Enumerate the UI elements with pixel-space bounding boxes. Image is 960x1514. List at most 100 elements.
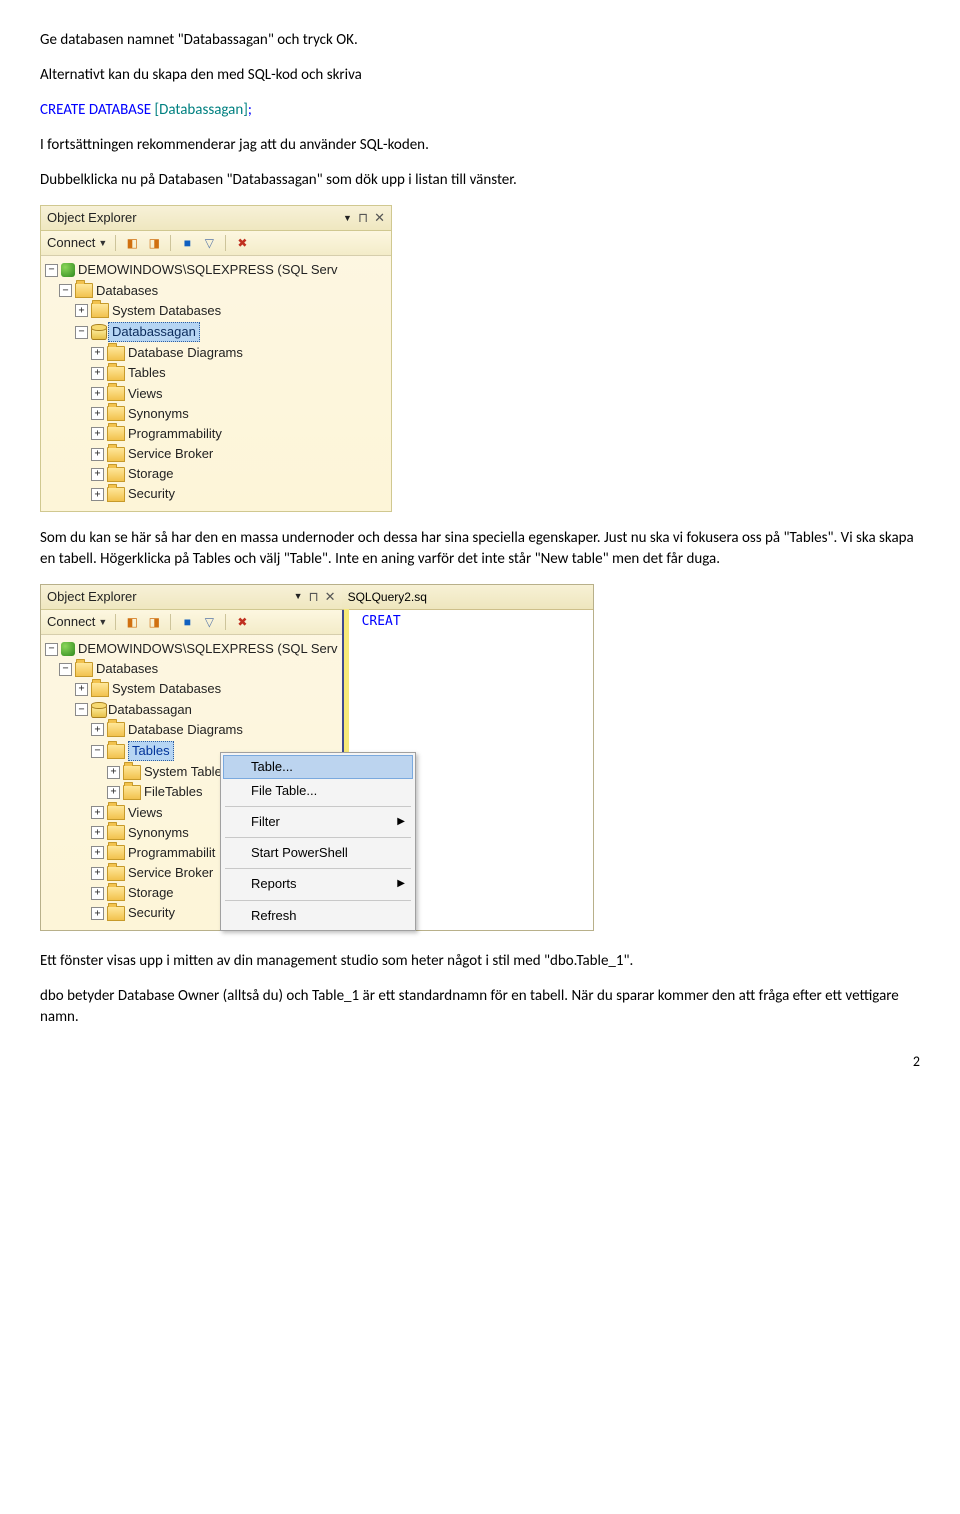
folder-icon: [107, 386, 125, 401]
connect-button[interactable]: Connect: [47, 613, 95, 631]
tree-server-node[interactable]: − DEMOWINDOWS\SQLEXPRESS (SQL Serv: [41, 639, 342, 659]
sql-terminator: ;: [248, 101, 252, 119]
collapse-icon[interactable]: −: [59, 663, 72, 676]
tree-view: − DEMOWINDOWS\SQLEXPRESS (SQL Serv − Dat…: [41, 256, 391, 510]
tree-views-node[interactable]: + Views: [41, 384, 391, 404]
toolbar-delete-icon[interactable]: ✖: [234, 614, 250, 630]
collapse-icon[interactable]: −: [45, 643, 58, 656]
databassagan-label-selected: Databassagan: [108, 322, 200, 342]
expand-icon[interactable]: +: [91, 846, 104, 859]
close-icon[interactable]: ✕: [325, 588, 336, 606]
server-icon: [61, 263, 75, 277]
toolbar-stop-icon[interactable]: ■: [179, 614, 195, 630]
connect-button[interactable]: Connect: [47, 234, 95, 252]
tree-system-databases-node[interactable]: + System Databases: [41, 301, 391, 321]
tree-security-node[interactable]: + Security: [41, 484, 391, 504]
databases-label: Databases: [96, 282, 158, 300]
close-icon[interactable]: ✕: [374, 209, 385, 227]
expand-icon[interactable]: +: [91, 427, 104, 440]
expand-icon[interactable]: +: [75, 304, 88, 317]
editor-tab[interactable]: SQLQuery2.sq: [342, 585, 593, 610]
tree-database-diagrams-node[interactable]: + Database Diagrams: [41, 720, 342, 740]
context-menu-divider: [225, 900, 411, 901]
tree-storage-node[interactable]: + Storage: [41, 464, 391, 484]
tree-databassagan-node[interactable]: − Databassagan: [41, 321, 391, 343]
folder-icon: [123, 765, 141, 780]
collapse-icon[interactable]: −: [75, 326, 88, 339]
expand-icon[interactable]: +: [91, 367, 104, 380]
programmability-label: Programmabilit: [128, 844, 215, 862]
expand-icon[interactable]: +: [91, 887, 104, 900]
service-broker-label: Service Broker: [128, 864, 213, 882]
expand-icon[interactable]: +: [91, 723, 104, 736]
toolbar-stop-icon[interactable]: ■: [179, 235, 195, 251]
toolbar-filter-icon[interactable]: ▽: [201, 614, 217, 630]
context-menu-item-filter[interactable]: Filter ▶: [223, 810, 413, 834]
context-menu-item-refresh[interactable]: Refresh: [223, 904, 413, 928]
toolbar-icon-2[interactable]: ◨: [146, 614, 162, 630]
folder-icon: [107, 744, 125, 759]
expand-icon[interactable]: +: [91, 448, 104, 461]
tree-service-broker-node[interactable]: + Service Broker: [41, 444, 391, 464]
context-menu-item-reports[interactable]: Reports ▶: [223, 872, 413, 896]
object-explorer-title: Object Explorer: [47, 209, 137, 227]
expand-icon[interactable]: +: [91, 407, 104, 420]
filter-label: Filter: [251, 814, 280, 829]
collapse-icon[interactable]: −: [75, 703, 88, 716]
collapse-icon[interactable]: −: [59, 284, 72, 297]
dropdown-icon[interactable]: ▼: [294, 590, 303, 603]
toolbar-delete-icon[interactable]: ✖: [234, 235, 250, 251]
pin-icon[interactable]: ⊓: [309, 588, 319, 606]
views-label: Views: [128, 804, 162, 822]
folder-icon: [107, 447, 125, 462]
expand-icon[interactable]: +: [91, 806, 104, 819]
expand-icon[interactable]: +: [107, 786, 120, 799]
paragraph-5: Som du kan se här så har den en massa un…: [40, 528, 920, 570]
collapse-icon[interactable]: −: [91, 745, 104, 758]
expand-icon[interactable]: +: [107, 766, 120, 779]
collapse-icon[interactable]: −: [45, 264, 58, 277]
toolbar-icon-2[interactable]: ◨: [146, 235, 162, 251]
expand-icon[interactable]: +: [91, 907, 104, 920]
folder-icon: [107, 722, 125, 737]
expand-icon[interactable]: +: [91, 468, 104, 481]
context-menu-item-table[interactable]: Table...: [223, 755, 413, 779]
system-tables-label: System Table: [144, 763, 222, 781]
folder-icon: [123, 785, 141, 800]
tree-databassagan-node[interactable]: − Databassagan: [41, 700, 342, 720]
expand-icon[interactable]: +: [75, 683, 88, 696]
views-label: Views: [128, 385, 162, 403]
tree-database-diagrams-node[interactable]: + Database Diagrams: [41, 343, 391, 363]
database-icon: [91, 702, 105, 718]
toolbar-icon-1[interactable]: ◧: [124, 614, 140, 630]
pin-icon[interactable]: ⊓: [358, 209, 368, 227]
chevron-down-icon[interactable]: ▼: [98, 616, 107, 629]
folder-icon: [107, 825, 125, 840]
security-label: Security: [128, 904, 175, 922]
tree-system-databases-node[interactable]: + System Databases: [41, 679, 342, 699]
dropdown-icon[interactable]: ▼: [343, 212, 352, 225]
tree-synonyms-node[interactable]: + Synonyms: [41, 404, 391, 424]
tree-server-node[interactable]: − DEMOWINDOWS\SQLEXPRESS (SQL Serv: [41, 260, 391, 280]
system-databases-label: System Databases: [112, 680, 221, 698]
context-menu-item-file-table[interactable]: File Table...: [223, 779, 413, 803]
context-menu-item-powershell[interactable]: Start PowerShell: [223, 841, 413, 865]
expand-icon[interactable]: +: [91, 387, 104, 400]
toolbar-filter-icon[interactable]: ▽: [201, 235, 217, 251]
chevron-down-icon[interactable]: ▼: [98, 237, 107, 250]
folder-icon: [107, 845, 125, 860]
tree-programmability-node[interactable]: + Programmability: [41, 424, 391, 444]
toolbar-icon-1[interactable]: ◧: [124, 235, 140, 251]
sql-statement: CREATE DATABASE [Databassagan];: [40, 100, 920, 121]
expand-icon[interactable]: +: [91, 347, 104, 360]
expand-icon[interactable]: +: [91, 488, 104, 501]
expand-icon[interactable]: +: [91, 826, 104, 839]
object-explorer-titlebar: Object Explorer ▼ ⊓ ✕: [41, 206, 391, 231]
expand-icon[interactable]: +: [91, 867, 104, 880]
tree-databases-node[interactable]: − Databases: [41, 281, 391, 301]
page-number: 2: [40, 1052, 920, 1072]
folder-icon: [107, 467, 125, 482]
tree-tables-node[interactable]: + Tables: [41, 363, 391, 383]
folder-icon: [107, 805, 125, 820]
tree-databases-node[interactable]: − Databases: [41, 659, 342, 679]
